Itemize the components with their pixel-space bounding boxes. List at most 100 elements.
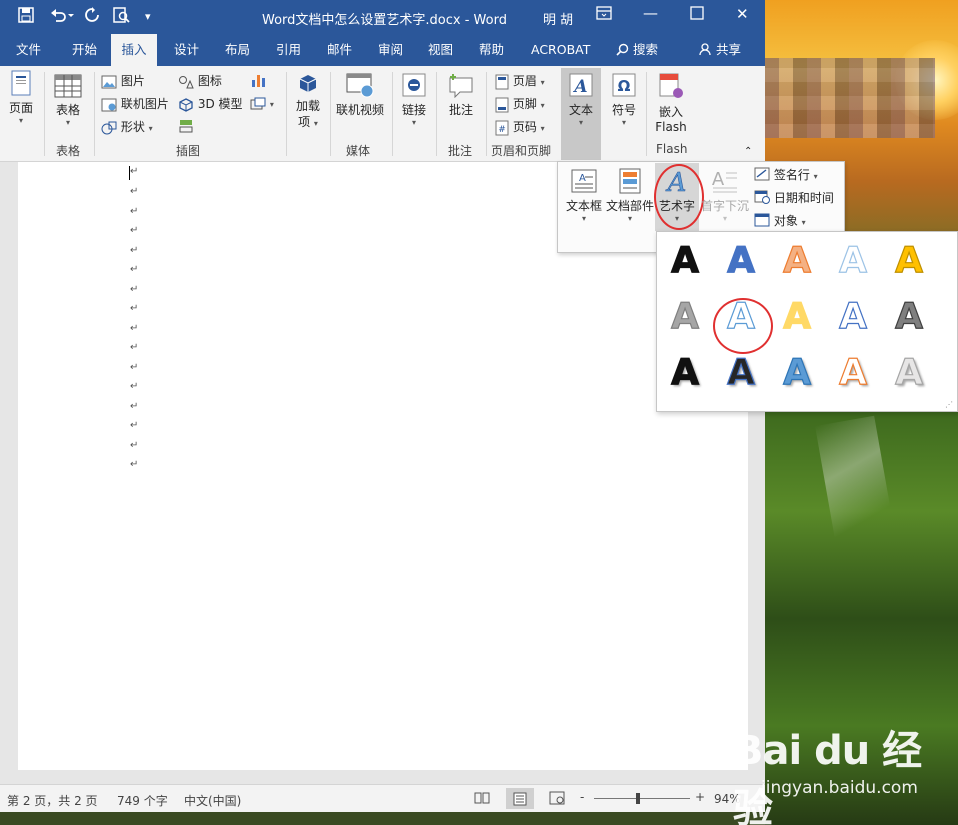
paragraph-mark: ↵: [130, 381, 139, 392]
undo-icon[interactable]: [50, 7, 74, 27]
footer-label: 页脚: [512, 97, 537, 111]
page-count[interactable]: 第 2 页，共 2 页: [7, 792, 98, 809]
3d-models-button[interactable]: 3D 模型: [178, 95, 243, 112]
tab-acrobat[interactable]: ACROBAT: [527, 34, 594, 66]
addins-button[interactable]: 加载 项 ▾: [294, 72, 322, 130]
page-number-button[interactable]: # 页码 ▾: [495, 118, 545, 136]
wordart-style-option[interactable]: A: [713, 348, 769, 398]
minimize-icon[interactable]: —: [643, 4, 658, 22]
stream-highlight: [815, 415, 895, 545]
object-button[interactable]: 对象 ▾: [754, 212, 806, 229]
gallery-resize-grip-icon[interactable]: ⋰: [945, 400, 953, 409]
symbol-button[interactable]: Ω 符号 ▾: [608, 72, 640, 127]
smartart-button[interactable]: [178, 118, 194, 134]
close-icon[interactable]: ✕: [736, 5, 749, 23]
print-layout-button[interactable]: [506, 788, 534, 809]
chevron-down-icon: ▾: [813, 172, 818, 181]
tab-insert[interactable]: 插入: [111, 34, 157, 66]
maximize-icon[interactable]: [690, 6, 704, 24]
chevron-down-icon: ▾: [411, 118, 416, 127]
tab-view[interactable]: 视图: [424, 34, 457, 66]
quick-parts-button[interactable]: 文档部件 ▾: [604, 168, 656, 223]
tab-mailings[interactable]: 邮件: [323, 34, 356, 66]
cube-icon: [179, 97, 193, 112]
table-icon: [54, 74, 82, 98]
save-icon[interactable]: [18, 7, 34, 27]
embed-flash-button[interactable]: 嵌入 Flash: [652, 72, 690, 134]
zoom-in-button[interactable]: +: [695, 790, 705, 804]
zoom-slider-track[interactable]: [594, 798, 690, 799]
svg-text:A: A: [712, 169, 725, 190]
search-button[interactable]: 搜索: [612, 34, 662, 66]
wordart-style-option[interactable]: A: [769, 236, 825, 286]
footer-button[interactable]: 页脚 ▾: [495, 95, 545, 113]
read-mode-icon[interactable]: [474, 791, 490, 808]
search-label: 搜索: [632, 42, 658, 57]
date-time-button[interactable]: 日期和时间: [754, 189, 834, 206]
icons-label: 图标: [197, 74, 222, 88]
table-button[interactable]: 表格 ▾: [52, 74, 84, 127]
signature-line-button[interactable]: 签名行 ▾: [754, 166, 818, 183]
wordart-style-option[interactable]: A: [713, 236, 769, 286]
paragraph-mark: ↵: [130, 420, 139, 431]
wordart-style-option[interactable]: A: [881, 236, 937, 286]
tab-home[interactable]: 开始: [68, 34, 101, 66]
tab-help[interactable]: 帮助: [475, 34, 508, 66]
collapse-ribbon-icon[interactable]: ⌃: [744, 146, 752, 157]
wordart-style-option[interactable]: A: [825, 292, 881, 342]
desktop-background: [765, 0, 958, 825]
web-layout-icon[interactable]: [549, 791, 565, 808]
screenshot-icon: [250, 97, 266, 109]
wordart-style-option[interactable]: A: [657, 292, 713, 342]
online-picture-button[interactable]: 联机图片: [101, 95, 169, 112]
redo-icon[interactable]: [84, 7, 100, 27]
tab-review[interactable]: 审阅: [374, 34, 407, 66]
divider: [646, 72, 647, 156]
wordart-style-option[interactable]: A: [881, 292, 937, 342]
zoom-slider-thumb[interactable]: [636, 793, 640, 804]
text-button[interactable]: A 文本 ▾: [563, 72, 599, 127]
picture-button[interactable]: 图片: [101, 72, 145, 89]
wordart-style-option[interactable]: A: [881, 348, 937, 398]
wordart-style-option[interactable]: A: [769, 292, 825, 342]
paragraph-mark: ↵: [130, 459, 139, 470]
new-comment-button[interactable]: 批注: [443, 72, 479, 118]
wordart-style-option[interactable]: A: [657, 236, 713, 286]
wordart-style-option[interactable]: A: [769, 348, 825, 398]
paragraph-mark: ↵: [130, 225, 139, 236]
text-box-button[interactable]: A 文本框 ▾: [562, 168, 606, 223]
embed-flash-label-line2: Flash: [655, 120, 687, 134]
pages-button[interactable]: 页面 ▾: [5, 70, 37, 125]
screenshot-button[interactable]: ▾: [250, 96, 274, 111]
icons-button[interactable]: 图标: [178, 72, 222, 89]
customize-qat-icon[interactable]: ▾: [145, 10, 151, 23]
tab-references[interactable]: 引用: [272, 34, 305, 66]
share-button[interactable]: 共享: [695, 34, 745, 66]
wordart-style-option[interactable]: A: [825, 348, 881, 398]
comment-icon: [449, 74, 473, 99]
print-preview-icon[interactable]: [113, 7, 131, 27]
page-number-icon: #: [495, 120, 509, 135]
links-button[interactable]: 链接 ▾: [398, 72, 430, 127]
zoom-out-button[interactable]: -: [580, 790, 584, 804]
header-button[interactable]: 页眉 ▾: [495, 72, 545, 90]
wordart-style-option[interactable]: A: [825, 236, 881, 286]
signature-icon: [754, 167, 770, 181]
tab-design[interactable]: 设计: [170, 34, 203, 66]
group-label-illustrations: 插图: [176, 144, 201, 158]
pixelated-desktop-icons: [765, 58, 935, 138]
shapes-button[interactable]: 形状 ▾: [101, 118, 153, 135]
user-name[interactable]: 明 胡: [543, 9, 573, 28]
ribbon-display-options-icon[interactable]: [596, 6, 612, 24]
wordart-style-option[interactable]: A: [657, 348, 713, 398]
symbol-label: 符号: [611, 103, 636, 117]
document-page[interactable]: ↵ ↵ ↵ ↵ ↵ ↵ ↵ ↵ ↵ ↵ ↵ ↵ ↵ ↵ ↵ ↵: [18, 162, 748, 770]
pages-label: 页面: [8, 101, 33, 115]
chart-button[interactable]: [250, 72, 266, 88]
online-video-button[interactable]: 联机视频: [335, 72, 385, 118]
page-number-label: 页码: [512, 120, 537, 134]
tab-layout[interactable]: 布局: [221, 34, 254, 66]
tab-file[interactable]: 文件: [12, 34, 45, 66]
word-count[interactable]: 749 个字: [117, 792, 168, 809]
language-indicator[interactable]: 中文(中国): [184, 792, 241, 809]
